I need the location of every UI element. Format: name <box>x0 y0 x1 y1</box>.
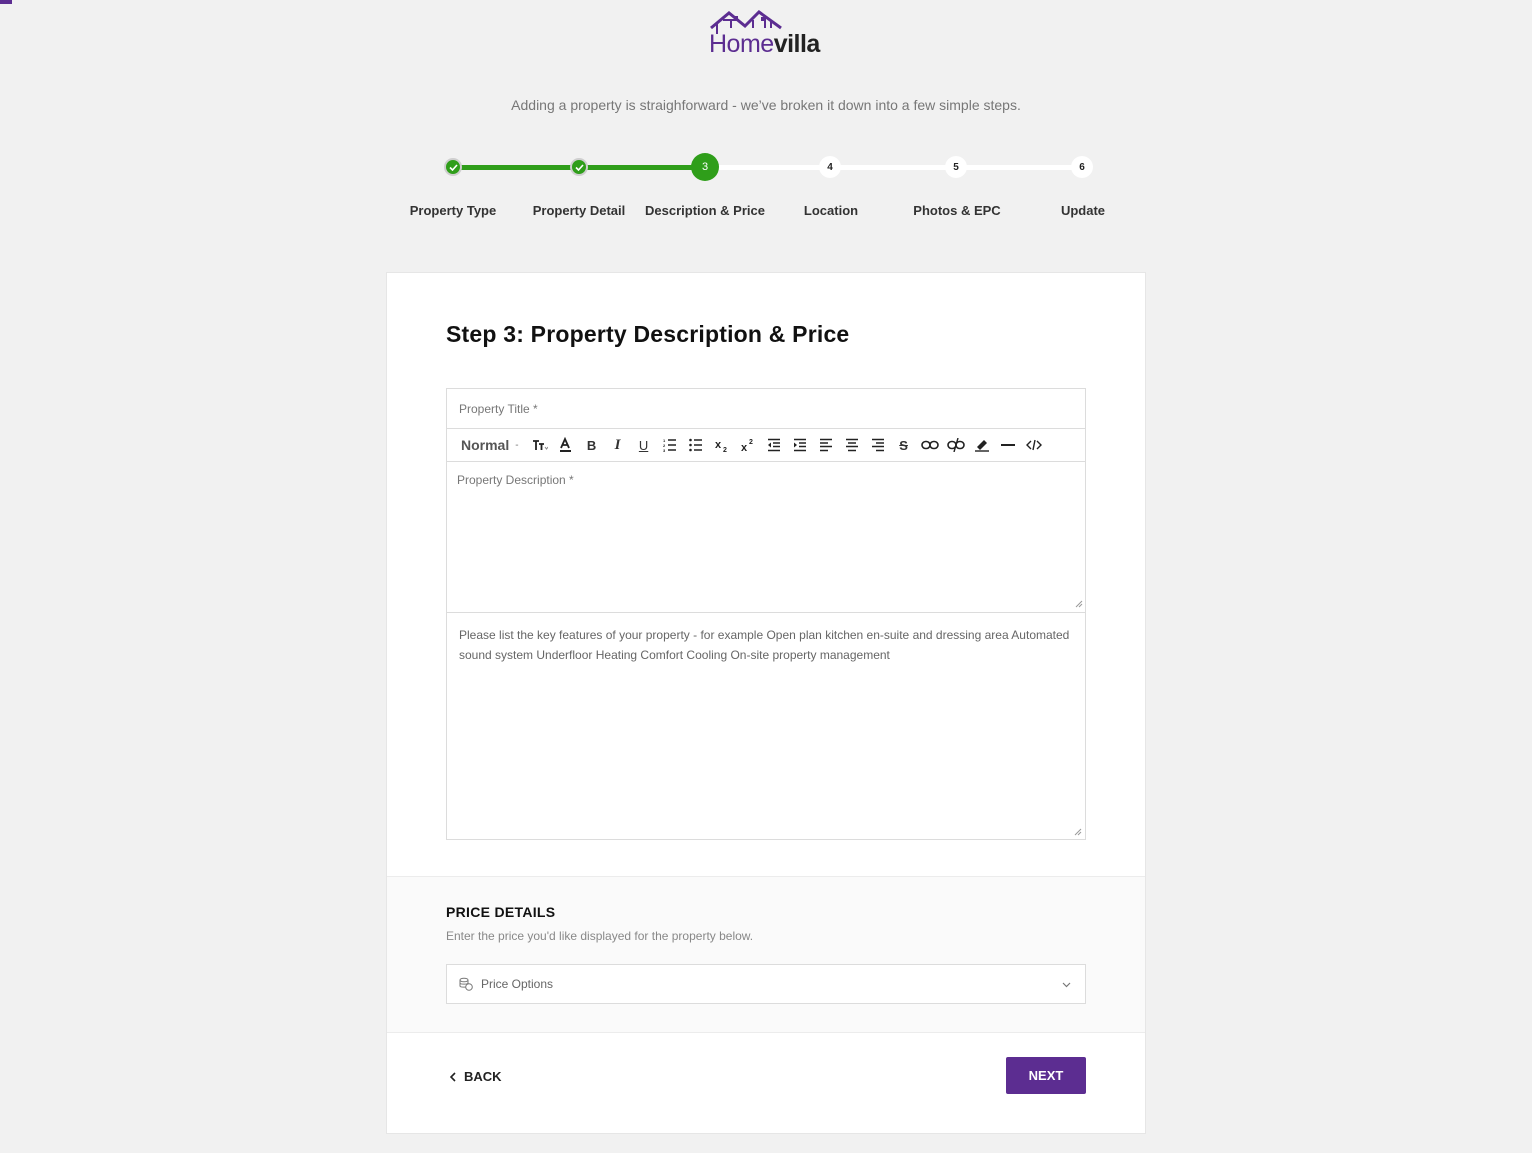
align-left-icon[interactable] <box>813 432 839 458</box>
coins-icon <box>459 977 473 991</box>
form-card: Step 3: Property Description & Price Pro… <box>386 272 1146 1134</box>
step-connector <box>705 165 831 170</box>
price-options-label: Price Options <box>481 977 554 991</box>
svg-text:2: 2 <box>723 447 727 452</box>
step-connector <box>579 165 705 170</box>
horizontal-rule-icon[interactable] <box>995 432 1021 458</box>
logo-wordmark: Homevilla <box>709 30 820 58</box>
format-select[interactable]: Normal <box>461 437 509 453</box>
property-title-input[interactable]: Property Title * <box>446 388 1086 429</box>
page-tagline: Adding a property is straighforward - we… <box>511 97 1021 113</box>
align-right-icon[interactable] <box>865 432 891 458</box>
progress-stepper: 3 4 5 6 Property Type Property Detail De… <box>0 150 1532 230</box>
svg-text:x: x <box>715 439 722 451</box>
bold-icon[interactable]: B <box>579 432 605 458</box>
step-2-check-icon[interactable] <box>570 158 588 176</box>
svg-text:x: x <box>741 442 748 452</box>
chevron-left-icon <box>450 1071 456 1082</box>
price-details-section: PRICE DETAILS Enter the price you'd like… <box>387 876 1145 1033</box>
editor-toolbar: Normal - B I U 123 x2 x2 S <box>446 428 1086 462</box>
outdent-icon[interactable] <box>761 432 787 458</box>
step-connector <box>831 165 957 170</box>
step-4-number[interactable]: 4 <box>819 156 841 178</box>
svg-text:3: 3 <box>663 448 666 452</box>
underline-icon[interactable]: U <box>631 432 657 458</box>
code-view-icon[interactable] <box>1021 432 1047 458</box>
step-3-number[interactable]: 3 <box>691 153 719 181</box>
corner-accent <box>0 0 12 4</box>
back-button[interactable]: BACK <box>450 1069 502 1084</box>
step-label-location: Location <box>803 203 859 218</box>
price-options-select[interactable]: Price Options <box>446 964 1086 1004</box>
align-center-icon[interactable] <box>839 432 865 458</box>
strikethrough-icon[interactable]: S <box>891 432 917 458</box>
unlink-icon[interactable] <box>943 432 969 458</box>
step-6-number[interactable]: 6 <box>1071 156 1093 178</box>
unordered-list-icon[interactable] <box>683 432 709 458</box>
price-details-subtitle: Enter the price you'd like displayed for… <box>446 929 754 943</box>
step-connector <box>453 165 579 170</box>
svg-text:2: 2 <box>749 439 753 446</box>
chevron-down-icon <box>1062 977 1071 991</box>
step-label-update: Update <box>1060 203 1106 218</box>
step-5-number[interactable]: 5 <box>945 156 967 178</box>
back-button-label: BACK <box>464 1069 502 1084</box>
step-1-check-icon[interactable] <box>444 158 462 176</box>
step-label-property-type: Property Type <box>409 203 497 218</box>
property-description-editor[interactable]: Property Description * <box>446 461 1086 613</box>
format-caret-icon[interactable]: - <box>515 440 518 451</box>
homevilla-logo[interactable]: Homevilla <box>705 8 830 58</box>
italic-icon[interactable]: I <box>605 432 631 458</box>
font-color-icon[interactable] <box>553 432 579 458</box>
step-label-description-price: Description & Price <box>645 203 765 218</box>
font-size-icon[interactable] <box>527 432 553 458</box>
highlight-icon[interactable] <box>969 432 995 458</box>
next-button[interactable]: NEXT <box>1006 1057 1086 1094</box>
resize-grip-icon[interactable] <box>1074 828 1082 836</box>
step-label-photos-epc: Photos & EPC <box>913 203 1001 218</box>
subscript-icon[interactable]: x2 <box>709 432 735 458</box>
key-features-placeholder: Please list the key features of your pro… <box>459 628 1070 662</box>
ordered-list-icon[interactable]: 123 <box>657 432 683 458</box>
key-features-textarea[interactable]: Please list the key features of your pro… <box>446 612 1086 840</box>
link-icon[interactable] <box>917 432 943 458</box>
superscript-icon[interactable]: x2 <box>735 432 761 458</box>
page-title: Step 3: Property Description & Price <box>446 321 850 347</box>
price-details-heading: PRICE DETAILS <box>446 904 556 920</box>
indent-icon[interactable] <box>787 432 813 458</box>
step-label-property-detail: Property Detail <box>532 203 626 218</box>
step-connector <box>957 165 1083 170</box>
resize-grip-icon[interactable] <box>1075 600 1083 608</box>
